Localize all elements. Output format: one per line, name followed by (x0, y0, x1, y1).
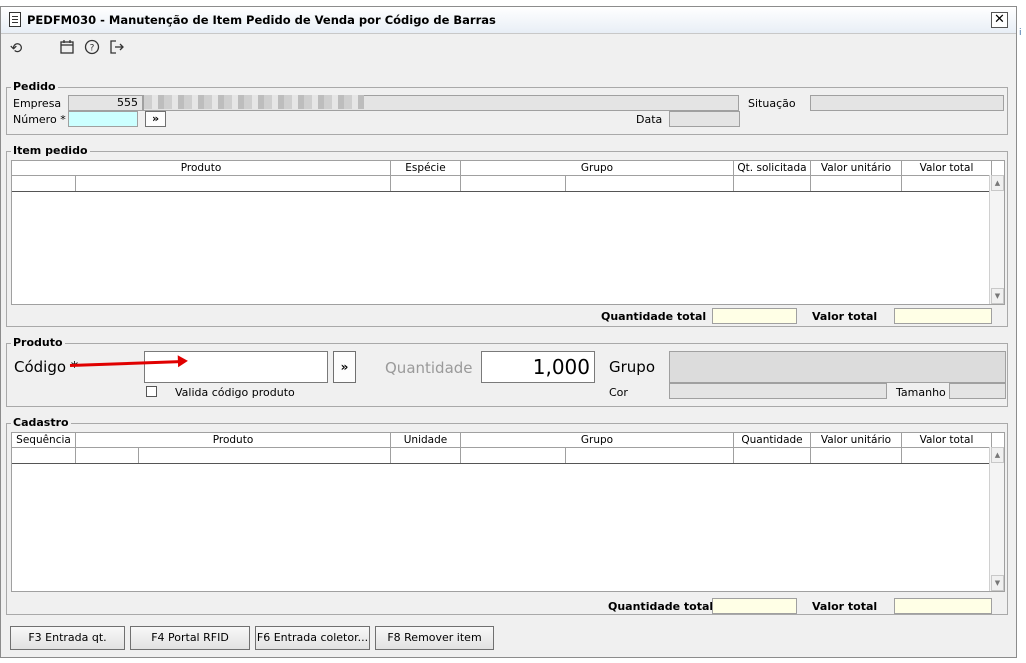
col-produto[interactable]: Produto (76, 433, 391, 447)
main-window: PEDFM030 - Manutenção de Item Pedido de … (0, 6, 1017, 658)
grupo-label: Grupo (609, 358, 655, 376)
item-pedido-scrollbar[interactable]: ▲ ▼ (989, 175, 1004, 304)
refresh-icon[interactable]: ⟲ (7, 39, 25, 57)
col-sequencia[interactable]: Sequência (12, 433, 76, 447)
cadastro-grid[interactable]: Sequência Produto Unidade Grupo Quantida… (11, 432, 1005, 592)
scroll-up-icon[interactable]: ▲ (991, 447, 1004, 463)
situacao-field (810, 95, 1004, 111)
col-valor-unitario[interactable]: Valor unitário (811, 433, 902, 447)
cadastro-valor-total-label: Valor total (812, 600, 878, 613)
background-strip (1018, 0, 1026, 663)
redacted-empresa-name (144, 95, 364, 109)
col-valor-total[interactable]: Valor total (902, 161, 992, 175)
item-pedido-group: Item pedido Produto Espécie Grupo Qt. so… (6, 144, 1008, 327)
col-qt-solicitada[interactable]: Qt. solicitada (734, 161, 811, 175)
svg-text:?: ? (90, 44, 95, 54)
item-valor-total-label: Valor total (812, 310, 878, 323)
valida-label[interactable]: Valida código produto (175, 386, 295, 399)
window-title: PEDFM030 - Manutenção de Item Pedido de … (27, 13, 496, 27)
col-especie[interactable]: Espécie (391, 161, 461, 175)
col-grupo[interactable]: Grupo (461, 433, 734, 447)
title-bar: PEDFM030 - Manutenção de Item Pedido de … (1, 7, 1016, 34)
cadastro-header: Sequência Produto Unidade Grupo Quantida… (12, 433, 992, 448)
col-valor-unitario[interactable]: Valor unitário (811, 161, 902, 175)
tamanho-field (949, 383, 1006, 399)
col-produto[interactable]: Produto (12, 161, 391, 175)
cadastro-qtd-total-field (712, 598, 797, 614)
col-valor-total[interactable]: Valor total (902, 433, 992, 447)
data-label: Data (636, 113, 663, 126)
item-pedido-title: Item pedido (11, 144, 90, 157)
col-unidade[interactable]: Unidade (391, 433, 461, 447)
data-field (669, 111, 740, 127)
empresa-label: Empresa (13, 97, 62, 110)
quantidade-label: Quantidade (385, 359, 473, 377)
item-qtd-total-field (712, 308, 797, 324)
codigo-input[interactable] (144, 351, 328, 383)
cadastro-scrollbar[interactable]: ▲ ▼ (989, 447, 1004, 591)
cor-label: Cor (609, 386, 628, 399)
quantidade-input[interactable]: 1,000 (481, 351, 595, 383)
f8-remover-item-button[interactable]: F8 Remover item (375, 626, 494, 650)
cadastro-group: Cadastro Sequência Produto Unidade Grupo… (6, 416, 1008, 615)
scroll-up-icon[interactable]: ▲ (991, 175, 1004, 191)
edge-mark: i (1019, 28, 1022, 38)
codigo-lookup-button[interactable]: » (333, 351, 356, 383)
exit-icon[interactable] (108, 39, 126, 57)
item-valor-total-field (894, 308, 992, 324)
cadastro-valor-total-field (894, 598, 992, 614)
numero-lookup-button[interactable]: » (145, 111, 166, 127)
grupo-field (669, 351, 1006, 383)
item-qtd-total-label: Quantidade total (601, 310, 707, 323)
valida-checkbox[interactable] (146, 386, 157, 397)
numero-field[interactable] (68, 111, 138, 127)
cor-field (669, 383, 887, 399)
table-row[interactable] (12, 447, 992, 464)
col-grupo[interactable]: Grupo (461, 161, 734, 175)
pedido-title: Pedido (11, 80, 58, 93)
cadastro-qtd-total-label: Quantidade total (608, 600, 714, 613)
produto-title: Produto (11, 336, 65, 349)
item-pedido-grid[interactable]: Produto Espécie Grupo Qt. solicitada Val… (11, 160, 1005, 305)
help-icon[interactable]: ? (83, 39, 101, 57)
f4-portal-rfid-button[interactable]: F4 Portal RFID (130, 626, 250, 650)
produto-group: Produto Código * » Valida código produto… (6, 336, 1008, 407)
numero-label: Número * (13, 113, 66, 126)
close-button[interactable]: ✕ (991, 12, 1008, 28)
scroll-down-icon[interactable]: ▼ (991, 575, 1004, 591)
codigo-label: Código * (14, 358, 79, 376)
f6-entrada-coletor-button[interactable]: F6 Entrada coletor... (255, 626, 370, 650)
toolbar: ⟲ ? (1, 34, 1016, 64)
tamanho-label: Tamanho (896, 386, 946, 399)
col-quantidade[interactable]: Quantidade (734, 433, 811, 447)
table-row[interactable] (12, 175, 992, 192)
scroll-down-icon[interactable]: ▼ (991, 288, 1004, 304)
cadastro-title: Cadastro (11, 416, 71, 429)
document-icon (9, 12, 21, 27)
empresa-field[interactable]: 555 (68, 95, 143, 111)
item-pedido-header: Produto Espécie Grupo Qt. solicitada Val… (12, 161, 992, 176)
calendar-icon[interactable] (58, 39, 76, 57)
f3-entrada-button[interactable]: F3 Entrada qt. (10, 626, 125, 650)
situacao-label: Situação (748, 97, 796, 110)
